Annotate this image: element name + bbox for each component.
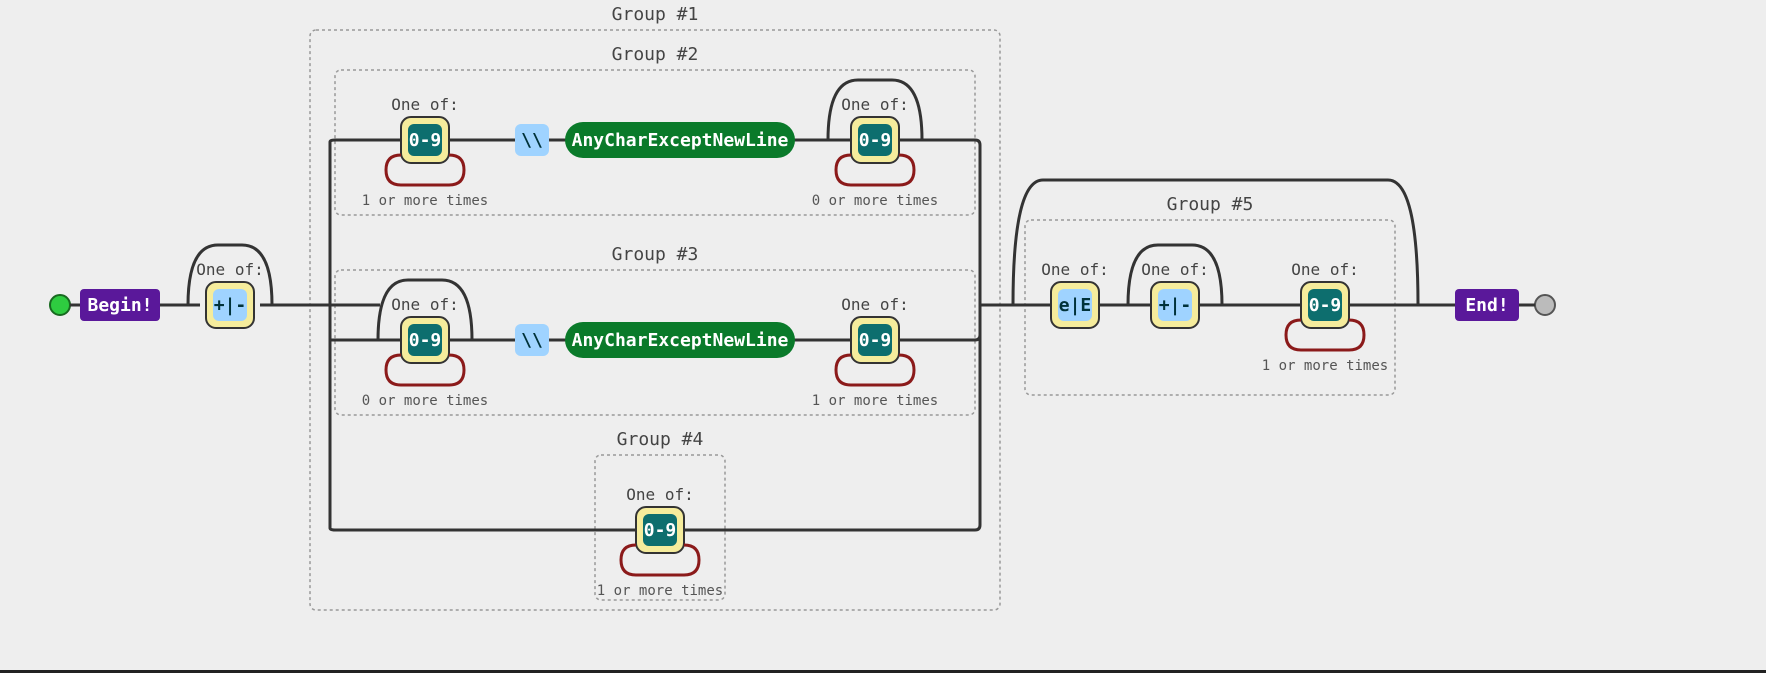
svg-text:One of:: One of:	[391, 95, 458, 114]
svg-text:1 or more times: 1 or more times	[597, 583, 723, 599]
regex-railroad-diagram: Group #1 Group #2 Group #3 Group #4 Grou…	[0, 0, 1766, 673]
svg-text:One of:: One of:	[196, 260, 263, 279]
begin-pin	[50, 295, 70, 315]
svg-text:1 or more times: 1 or more times	[362, 193, 488, 209]
svg-text:0-9: 0-9	[409, 130, 442, 151]
svg-text:One of:: One of:	[841, 295, 908, 314]
begin-token: Begin!	[80, 289, 160, 321]
group-4-label: Group #4	[617, 429, 704, 450]
svg-text:1 or more times: 1 or more times	[1262, 358, 1388, 374]
svg-text:e|E: e|E	[1059, 295, 1092, 316]
svg-text:AnyCharExceptNewLine: AnyCharExceptNewLine	[572, 330, 789, 351]
svg-text:\\: \\	[521, 330, 543, 351]
svg-text:0-9: 0-9	[409, 330, 442, 351]
svg-text:0-9: 0-9	[644, 520, 677, 541]
svg-text:1 or more times: 1 or more times	[812, 393, 938, 409]
g2-backslash: \\	[515, 124, 549, 156]
group-3-label: Group #3	[612, 244, 699, 265]
svg-text:One of:: One of:	[391, 295, 458, 314]
g5-sign: One of: +|-	[1141, 260, 1208, 328]
svg-text:One of:: One of:	[1041, 260, 1108, 279]
svg-text:End!: End!	[1465, 295, 1508, 316]
svg-text:One of:: One of:	[841, 95, 908, 114]
svg-text:One of:: One of:	[1291, 260, 1358, 279]
svg-text:Begin!: Begin!	[87, 295, 152, 316]
svg-text:0 or more times: 0 or more times	[362, 393, 488, 409]
svg-text:AnyCharExceptNewLine: AnyCharExceptNewLine	[572, 130, 789, 151]
svg-text:One of:: One of:	[1141, 260, 1208, 279]
svg-text:0-9: 0-9	[1309, 295, 1342, 316]
svg-text:0 or more times: 0 or more times	[812, 193, 938, 209]
svg-text:\\: \\	[521, 130, 543, 151]
svg-text:+|-: +|-	[214, 295, 247, 316]
svg-text:One of:: One of:	[626, 485, 693, 504]
g2-anychar: AnyCharExceptNewLine	[565, 122, 795, 158]
g5-eE: One of: e|E	[1041, 260, 1108, 328]
svg-text:0-9: 0-9	[859, 130, 892, 151]
svg-text:+|-: +|-	[1159, 295, 1192, 316]
group-2-label: Group #2	[612, 44, 699, 65]
end-pin	[1535, 295, 1555, 315]
end-token: End!	[1455, 289, 1519, 321]
g3-anychar: AnyCharExceptNewLine	[565, 322, 795, 358]
group-1-label: Group #1	[612, 4, 699, 25]
group-5-label: Group #5	[1167, 194, 1254, 215]
oneof-sign: One of: +|-	[196, 260, 263, 328]
g3-backslash: \\	[515, 324, 549, 356]
svg-text:0-9: 0-9	[859, 330, 892, 351]
